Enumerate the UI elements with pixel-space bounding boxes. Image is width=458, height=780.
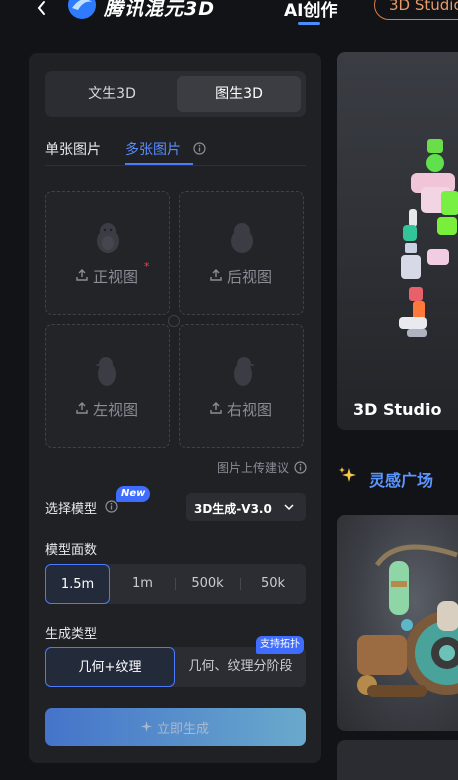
- info-icon[interactable]: [193, 142, 206, 155]
- tab-active-indicator: [125, 163, 193, 165]
- generate-button-label: 立即生成: [157, 722, 210, 737]
- tab-single-image[interactable]: 单张图片: [45, 139, 101, 159]
- new-badge: New: [116, 486, 151, 502]
- generation-type-label: 生成类型: [45, 627, 98, 642]
- colorful-robot-model-image: [399, 139, 458, 337]
- face-option-1m[interactable]: 1m: [110, 564, 175, 604]
- inspiration-model-card[interactable]: [337, 515, 458, 731]
- logo-text: 腾讯混元3D: [104, 0, 215, 20]
- tab-image-to-3d[interactable]: 图生3D: [177, 76, 301, 112]
- tab-text-to-3d[interactable]: 文生3D: [50, 76, 174, 112]
- model-select-value: 3D生成-V3.0: [194, 502, 272, 516]
- 3d-studio-card[interactable]: 3D Studio: [337, 52, 458, 430]
- back-view-upload[interactable]: 后视图: [179, 191, 304, 315]
- multi-view-upload-grid: 正视图 * 后视图 左视图 右视图: [45, 191, 305, 449]
- back-view-label: 后视图: [227, 268, 273, 286]
- grid-center-marker: [168, 315, 180, 327]
- nav-3d-studio-button[interactable]: 3D Studio: [374, 0, 458, 20]
- upload-tips-link[interactable]: 图片上传建议: [217, 459, 289, 476]
- mode-switch: 文生3D 图生3D: [45, 71, 306, 117]
- back-arrow-icon[interactable]: [35, 0, 49, 16]
- upload-icon: [76, 402, 88, 414]
- face-count-label: 模型面数: [45, 543, 98, 558]
- penguin-right-icon: [234, 357, 255, 386]
- left-view-label: 左视图: [93, 401, 139, 419]
- face-option-50k[interactable]: 50k: [240, 564, 306, 604]
- upload-icon: [210, 269, 222, 281]
- front-view-upload[interactable]: 正视图 *: [45, 191, 170, 315]
- model-select-dropdown[interactable]: 3D生成-V3.0: [186, 493, 306, 521]
- nav-active-indicator: [298, 22, 320, 25]
- penguin-left-icon: [95, 357, 116, 386]
- penguin-back-icon: [231, 223, 253, 253]
- model-info-icon[interactable]: [105, 500, 118, 513]
- hunyuan-logo-icon: [68, 0, 96, 19]
- inspiration-model-card[interactable]: [337, 740, 458, 780]
- front-view-label: 正视图: [93, 268, 139, 286]
- generate-button[interactable]: 立即生成: [45, 708, 306, 746]
- inspiration-plaza-title[interactable]: 灵感广场: [369, 467, 433, 491]
- topology-support-badge: 支持拓扑: [256, 636, 304, 654]
- sparkles-icon: [339, 467, 356, 482]
- nav-ai-creation[interactable]: AI创作: [284, 0, 337, 21]
- top-bar: 腾讯混元3D AI创作 3D Studio: [0, 0, 458, 42]
- penguin-front-icon: [97, 223, 119, 253]
- required-marker: *: [144, 260, 150, 273]
- tab-multi-image[interactable]: 多张图片: [125, 139, 181, 159]
- image-count-tabs: 单张图片 多张图片: [45, 139, 306, 166]
- upload-tips-info-icon[interactable]: [294, 461, 307, 474]
- face-count-selector: 1.5m 1m 500k 50k: [45, 564, 306, 604]
- left-view-upload[interactable]: 左视图: [45, 324, 170, 448]
- chevron-down-icon: [284, 504, 294, 511]
- upload-icon: [210, 402, 222, 414]
- sparkle-icon: [141, 721, 152, 732]
- creation-panel: 文生3D 图生3D 单张图片 多张图片 正视图 * 后视图 左视图 右视图 图片…: [29, 53, 321, 763]
- gen-option-geometry-texture[interactable]: 几何+纹理: [45, 647, 175, 687]
- upload-icon: [76, 269, 88, 281]
- steampunk-model-image: [357, 544, 458, 697]
- face-option-500k[interactable]: 500k: [175, 564, 240, 604]
- right-view-label: 右视图: [227, 401, 273, 419]
- right-view-upload[interactable]: 右视图: [179, 324, 304, 448]
- 3d-studio-card-title: 3D Studio: [353, 400, 442, 419]
- face-option-1-5m[interactable]: 1.5m: [45, 564, 110, 604]
- model-select-label: 选择模型: [45, 502, 98, 517]
